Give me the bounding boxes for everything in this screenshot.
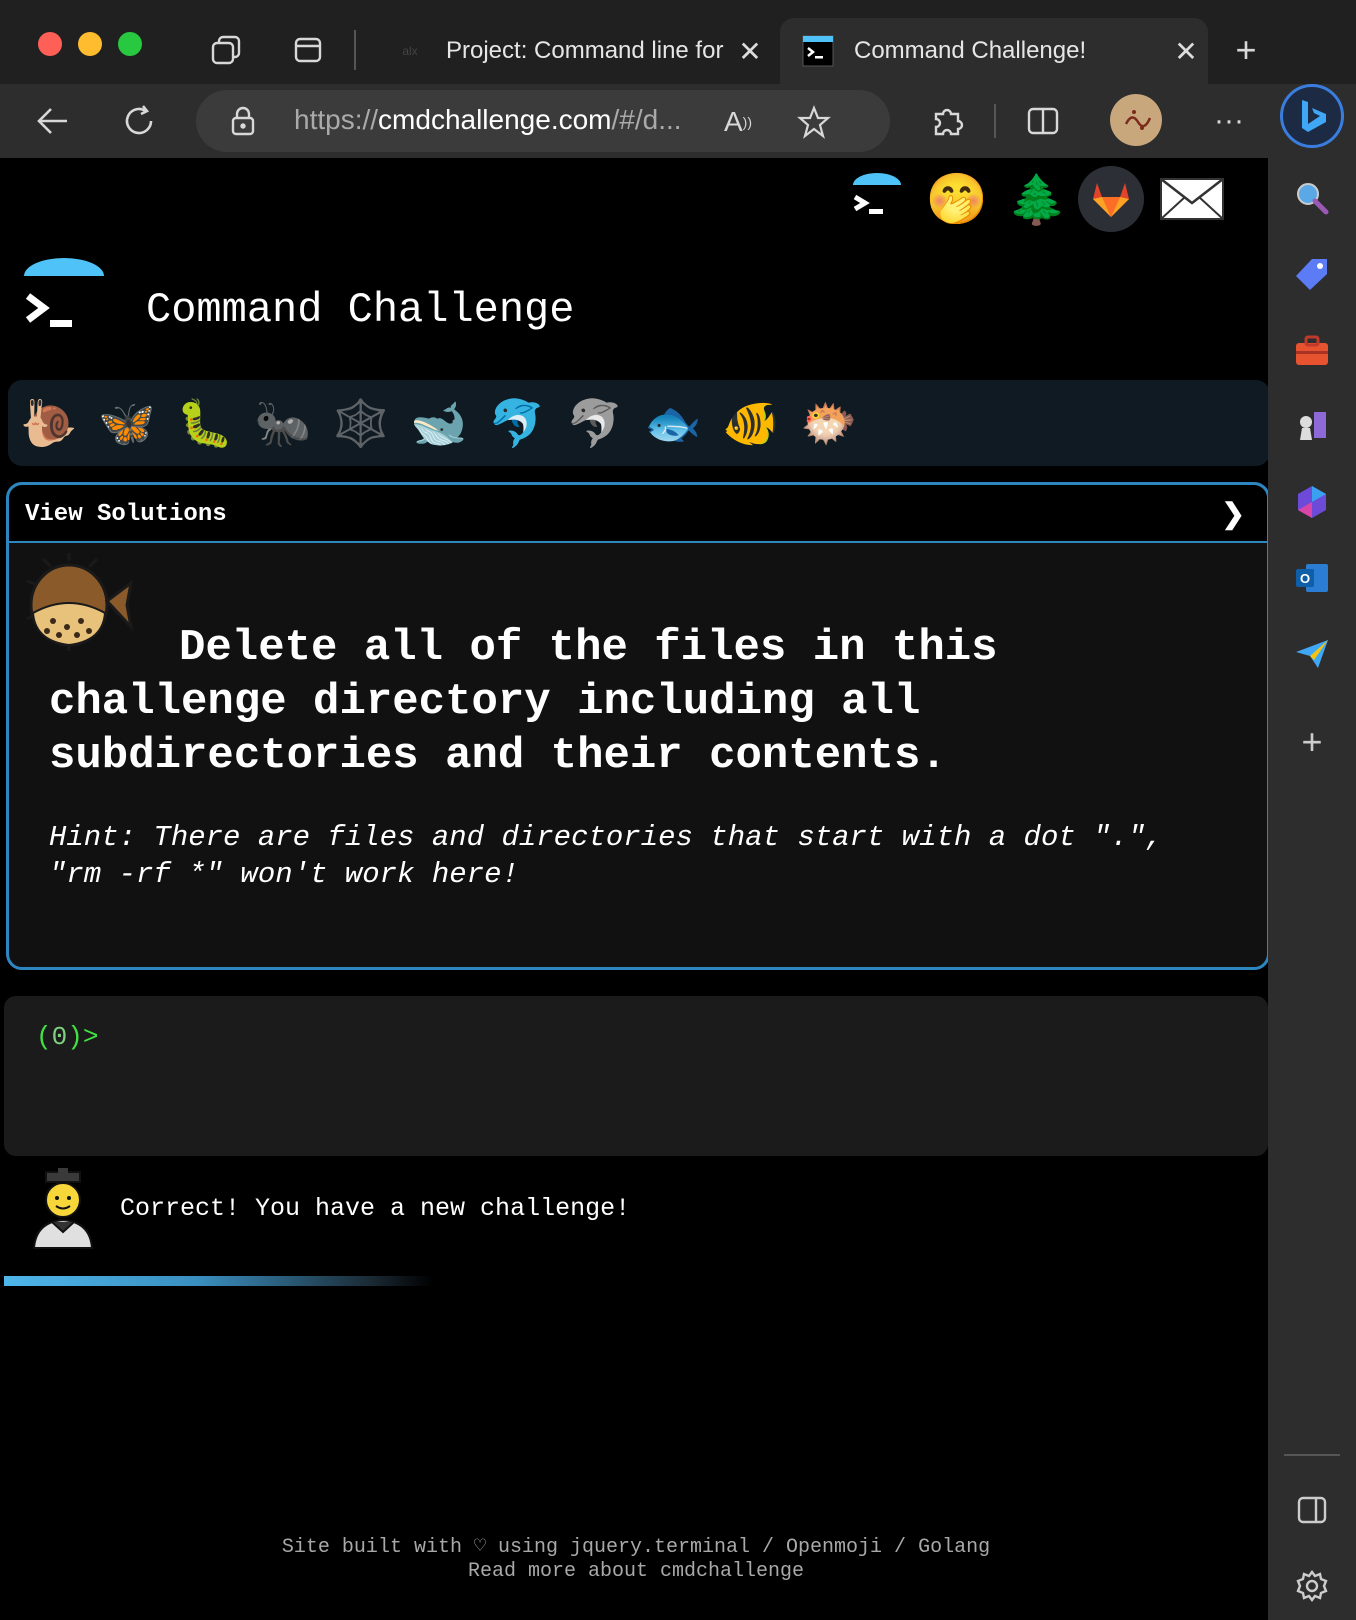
prompt-open-paren: ( — [36, 1022, 52, 1052]
send-drop-icon[interactable] — [1290, 632, 1334, 676]
split-screen-icon[interactable] — [1020, 98, 1066, 144]
settings-gear-icon[interactable] — [1290, 1564, 1334, 1608]
level-dolphin-grey-icon[interactable]: 🐬 — [560, 388, 630, 458]
url-host: cmdchallenge.com — [378, 104, 612, 135]
shopping-tag-icon[interactable] — [1290, 252, 1334, 296]
terminal-icon[interactable] — [844, 166, 910, 232]
search-icon[interactable] — [1290, 176, 1334, 220]
outlook-icon[interactable]: O — [1290, 556, 1334, 600]
toolbox-icon[interactable] — [1290, 328, 1334, 372]
prompt-close: )> — [67, 1022, 99, 1052]
add-sidebar-app-icon[interactable]: + — [1290, 720, 1334, 764]
tab-actions-icon[interactable] — [288, 30, 328, 70]
read-aloud-icon[interactable]: A)) — [718, 102, 758, 142]
tab-title: Project: Command line for — [446, 37, 724, 64]
level-dolphin-icon[interactable]: 🐬 — [482, 388, 552, 458]
student-icon — [28, 1168, 98, 1252]
progress-bar — [4, 1276, 744, 1286]
level-snail-icon[interactable]: 🐌 — [14, 388, 84, 458]
challenge-panel: View Solutions ❯ Delete all of the files… — [6, 482, 1268, 970]
url-scheme: https:// — [294, 104, 379, 135]
terminal-input-area[interactable]: (0)> — [4, 996, 1268, 1156]
level-strip: 🐌 🦋 🐛 🐜 🕸️ 🐋 🐬 🐬 🐟 🐠 🐡 — [8, 380, 1268, 466]
url-text: https://cmdchallenge.com/#/d... — [294, 104, 682, 136]
close-tab-icon[interactable]: ✕ — [728, 35, 772, 68]
footer: Site built with ♡ using jquery.terminal … — [4, 1536, 1268, 1584]
browser-toolbar: https://cmdchallenge.com/#/d... A)) ··· — [0, 84, 1356, 158]
browser-sidebar: O + — [1268, 158, 1356, 1620]
maximize-window-button[interactable] — [118, 32, 142, 56]
site-logo-icon — [24, 258, 108, 348]
minimize-window-button[interactable] — [78, 32, 102, 56]
close-tab-icon[interactable]: ✕ — [1164, 35, 1208, 68]
workspaces-icon[interactable] — [206, 30, 246, 70]
address-bar[interactable]: https://cmdchallenge.com/#/d... A)) — [196, 90, 890, 152]
prompt-count: 0 — [51, 1022, 68, 1052]
footer-about-link[interactable]: Read more about cmdchallenge — [4, 1560, 1268, 1584]
back-icon[interactable] — [30, 98, 76, 144]
tab-command-challenge[interactable]: Command Challenge! ✕ — [780, 18, 1208, 84]
new-tab-icon[interactable]: + — [1224, 28, 1268, 72]
tree-icon[interactable]: 🌲 — [1004, 166, 1070, 232]
level-blowfish-icon[interactable]: 🐡 — [794, 388, 864, 458]
more-options-icon[interactable]: ··· — [1206, 98, 1252, 144]
level-spider-web-icon[interactable]: 🕸️ — [326, 388, 396, 458]
level-fish-icon[interactable]: 🐟 — [638, 388, 708, 458]
tab-project-command-line[interactable]: alx Project: Command line for ✕ — [372, 18, 772, 84]
favorite-star-icon[interactable] — [794, 102, 834, 142]
refresh-icon[interactable] — [116, 98, 162, 144]
level-whale-icon[interactable]: 🐋 — [404, 388, 474, 458]
page-viewport: 🤭 🌲 Command Challenge 🐌 🦋 🐛 🐜 🕸️ 🐋 🐬 🐬 🐟… — [4, 158, 1268, 1620]
sidebar-divider — [1284, 1454, 1340, 1456]
svg-text:O: O — [1300, 571, 1310, 586]
hide-sidebar-icon[interactable] — [1290, 1488, 1334, 1532]
challenge-hint: Hint: There are files and directories th… — [49, 821, 1163, 891]
footer-credits[interactable]: Site built with ♡ using jquery.terminal … — [4, 1536, 1268, 1560]
alx-favicon-icon: alx — [402, 44, 418, 58]
chevron-right-icon: ❯ — [1221, 498, 1245, 529]
tab-title: Command Challenge! — [854, 37, 1087, 64]
toolbar-divider — [994, 104, 996, 138]
site-title: Command Challenge — [146, 286, 575, 334]
terminal-favicon-icon — [802, 35, 834, 67]
level-caterpillar-icon[interactable]: 🐛 — [170, 388, 240, 458]
close-window-button[interactable] — [38, 32, 62, 56]
browser-tab-bar: alx Project: Command line for ✕ Command … — [0, 0, 1356, 84]
bing-copilot-icon[interactable] — [1280, 84, 1344, 148]
tab-divider — [354, 30, 356, 70]
progress-fill — [4, 1276, 434, 1286]
games-chess-icon[interactable] — [1290, 404, 1334, 448]
envelope-icon[interactable] — [1156, 166, 1228, 232]
view-solutions-toggle[interactable]: View Solutions ❯ — [9, 485, 1267, 543]
view-solutions-label: View Solutions — [25, 501, 227, 528]
level-butterfly-icon[interactable]: 🦋 — [92, 388, 162, 458]
face-with-hand-over-mouth-icon[interactable]: 🤭 — [924, 166, 990, 232]
challenge-description: Delete all of the files in this challeng… — [49, 623, 998, 781]
status-message: Correct! You have a new challenge! — [120, 1194, 631, 1223]
gitlab-icon[interactable] — [1078, 166, 1144, 232]
terminal-prompt: (0)> — [36, 1022, 98, 1052]
level-tropical-fish-icon[interactable]: 🐠 — [716, 388, 786, 458]
lock-icon[interactable] — [226, 104, 260, 138]
microsoft-365-icon[interactable] — [1290, 480, 1334, 524]
level-ant-icon[interactable]: 🐜 — [248, 388, 318, 458]
extensions-icon[interactable] — [924, 98, 970, 144]
url-path: /#/d... — [611, 104, 682, 135]
profile-avatar[interactable] — [1110, 94, 1162, 146]
